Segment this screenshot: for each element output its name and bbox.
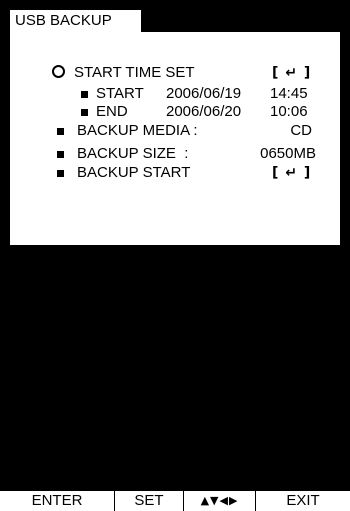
window-title-tab: USB BACKUP bbox=[10, 10, 141, 32]
backup-size-value[interactable]: 0650MB bbox=[232, 145, 316, 163]
backup-media-bullet-icon bbox=[57, 128, 64, 135]
footer-exit-key[interactable]: EXIT bbox=[256, 491, 350, 511]
backup-size-bullet-icon bbox=[57, 151, 64, 158]
menu-item-backup-start[interactable]: BACKUP START bbox=[77, 164, 190, 182]
footer-set-key[interactable]: SET bbox=[115, 491, 183, 511]
menu-item-backup-size[interactable]: BACKUP SIZE : bbox=[77, 145, 188, 163]
start-time[interactable]: 14:45 bbox=[270, 85, 308, 103]
end-time[interactable]: 10:06 bbox=[270, 103, 308, 121]
menu-item-start-time-set[interactable]: START TIME SET bbox=[74, 64, 195, 82]
menu-item-backup-media[interactable]: BACKUP MEDIA : bbox=[77, 122, 198, 140]
footer-arrow-keys[interactable]: ▲▼◀▶ bbox=[184, 491, 255, 511]
backup-media-value[interactable]: CD bbox=[250, 122, 312, 140]
end-bullet-icon bbox=[81, 109, 88, 116]
backup-start-enter-icon[interactable]: [ ↵ ] bbox=[272, 164, 311, 182]
start-time-set-label: START TIME SET bbox=[74, 64, 195, 81]
footer-enter-key[interactable]: ENTER bbox=[0, 491, 114, 511]
start-time-set-enter-icon[interactable]: [ ↵ ] bbox=[272, 64, 311, 82]
selected-item-ring-icon bbox=[52, 65, 65, 78]
start-bullet-icon bbox=[81, 91, 88, 98]
start-date[interactable]: 2006/06/19 bbox=[166, 85, 241, 103]
usb-backup-screen: USB BACKUP START TIME SET [ ↵ ] START 20… bbox=[0, 0, 350, 511]
footer-key-bar: ENTER SET ▲▼◀▶ EXIT bbox=[0, 245, 350, 511]
end-label: END bbox=[96, 103, 128, 120]
start-label: START bbox=[96, 85, 144, 102]
backup-start-bullet-icon bbox=[57, 170, 64, 177]
end-date[interactable]: 2006/06/20 bbox=[166, 103, 241, 121]
